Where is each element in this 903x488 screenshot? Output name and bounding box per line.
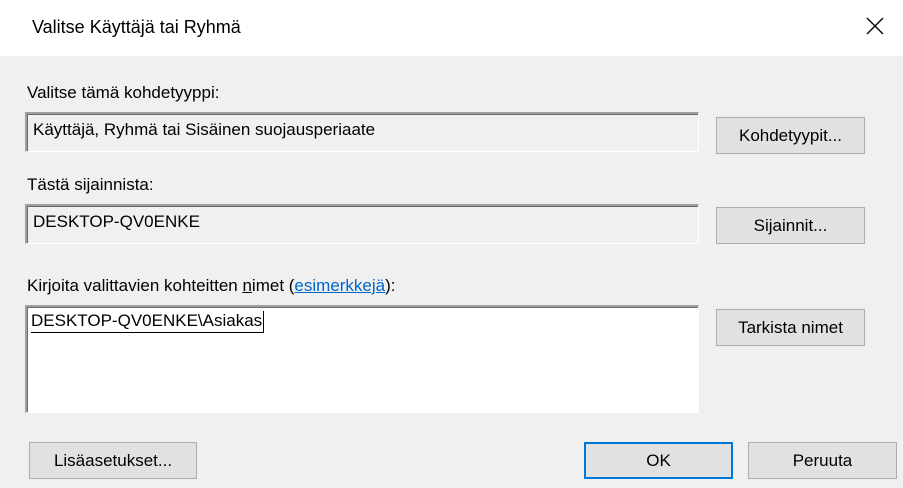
title-bar: Valitse Käyttäjä tai Ryhmä xyxy=(0,0,903,56)
location-label: Tästä sijainnista: xyxy=(27,175,154,194)
object-types-button-label: Kohdetyypit... xyxy=(738,125,842,145)
names-input[interactable]: DESKTOP-QV0ENKE\Asiakas xyxy=(25,305,699,413)
check-names-button-label: Tarkista nimet xyxy=(738,317,843,337)
cancel-button-label: Peruuta xyxy=(792,450,853,470)
check-names-button[interactable]: Tarkista nimet xyxy=(716,309,865,346)
close-icon xyxy=(866,17,884,35)
names-label-accesskey: n xyxy=(242,276,252,295)
ok-button-label: OK xyxy=(646,450,671,470)
close-button[interactable] xyxy=(847,0,903,52)
advanced-button-label: Lisäasetukset... xyxy=(53,450,173,470)
location-field: DESKTOP-QV0ENKE xyxy=(25,204,699,244)
names-label-mid: imet ( xyxy=(251,276,295,295)
cancel-button[interactable]: Peruuta xyxy=(748,442,897,479)
examples-link[interactable]: esimerkkejä xyxy=(294,276,385,295)
locations-button-label: Sijainnit... xyxy=(753,215,828,235)
locations-button[interactable]: Sijainnit... xyxy=(716,207,865,244)
names-label-suffix: ): xyxy=(385,276,396,295)
object-type-field: Käyttäjä, Ryhmä tai Sisäinen suojausperi… xyxy=(25,112,699,152)
names-label-prefix: Kirjoita valittavien kohteitten xyxy=(27,276,243,295)
dialog-title: Valitse Käyttäjä tai Ryhmä xyxy=(32,17,241,37)
object-type-value: Käyttäjä, Ryhmä tai Sisäinen suojausperi… xyxy=(33,120,376,139)
object-type-label: Valitse tämä kohdetyyppi: xyxy=(27,83,220,102)
object-types-button[interactable]: Kohdetyypit... xyxy=(716,117,865,154)
location-value: DESKTOP-QV0ENKE xyxy=(33,212,200,231)
names-label: Kirjoita valittavien kohteitten nimet (e… xyxy=(27,276,396,296)
advanced-button[interactable]: Lisäasetukset... xyxy=(29,442,197,479)
ok-button[interactable]: OK xyxy=(584,442,733,479)
names-input-value: DESKTOP-QV0ENKE\Asiakas xyxy=(31,311,265,333)
